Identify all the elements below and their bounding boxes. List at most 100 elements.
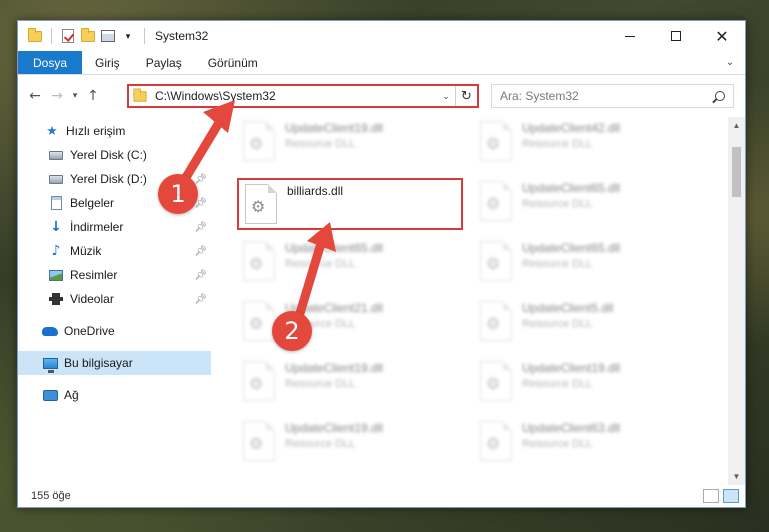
maximize-button[interactable] <box>653 21 699 51</box>
step-2-badge: 2 <box>272 311 312 351</box>
file-item[interactable]: ⚙ UpdateClient65.dll Resource DLL <box>474 237 700 289</box>
vertical-scrollbar[interactable]: ▲ ▼ <box>728 117 745 485</box>
step-1-badge: 1 <box>158 174 198 214</box>
file-name: UpdateClient63.dll <box>522 421 621 435</box>
sidebar-item-label: Ağ <box>64 388 79 402</box>
file-item-billiards-dll[interactable]: ⚙ billiards.dll <box>237 178 463 230</box>
status-bar: 155 öğe <box>18 485 745 507</box>
file-name: billiards.dll <box>287 184 344 198</box>
minimize-button[interactable] <box>607 21 653 51</box>
file-type: Resource DLL <box>522 378 593 390</box>
address-bar[interactable]: C:\Windows\System32 ⌄ ↻ <box>127 84 479 108</box>
sidebar-item-network[interactable]: Ağ <box>18 383 211 407</box>
sidebar-item-label: Hızlı erişim <box>66 124 126 138</box>
tab-home[interactable]: Giriş <box>82 51 133 74</box>
folder-icon <box>133 87 147 102</box>
file-item[interactable]: ⚙ UpdateClient42.dll Resource DLL <box>474 117 700 169</box>
file-name: UpdateClient65.dll <box>285 241 384 255</box>
videos-icon <box>48 291 64 307</box>
properties-icon[interactable] <box>100 28 116 44</box>
tab-share[interactable]: Paylaş <box>133 51 195 74</box>
toolbar-divider <box>144 28 145 44</box>
window-controls: ✕ <box>607 21 745 51</box>
sidebar-item-music[interactable]: ♪ Müzik 📌︎ <box>18 239 211 263</box>
checklist-icon[interactable] <box>60 28 76 44</box>
details-view-icon[interactable] <box>703 489 719 503</box>
pin-icon[interactable]: 📌︎ <box>194 246 207 257</box>
documents-icon <box>48 195 64 211</box>
scroll-down-arrow-icon[interactable]: ▼ <box>728 468 745 485</box>
file-item[interactable]: ⚙ UpdateClient65.dll Resource DLL <box>237 237 463 289</box>
file-item[interactable]: ⚙ UpdateClient19.dll Resource DLL <box>237 417 463 469</box>
sidebar-item-videos[interactable]: Videolar 📌︎ <box>18 287 211 311</box>
dll-file-icon: ⚙ <box>243 301 275 341</box>
sidebar-item-onedrive[interactable]: OneDrive <box>18 319 211 343</box>
sidebar-item-label: Resimler <box>70 268 118 282</box>
file-type: Resource DLL <box>522 198 593 210</box>
this-pc-icon <box>42 355 58 373</box>
pictures-icon <box>48 267 64 283</box>
address-path[interactable]: C:\Windows\System32 <box>155 89 276 103</box>
sidebar-item-label: Bu bilgisayar <box>64 356 133 370</box>
back-arrow-icon[interactable]: ← <box>24 88 46 104</box>
recent-locations-chevron-icon[interactable]: ▾ <box>68 91 82 101</box>
navigation-pane: ★ Hızlı erişim Yerel Disk (C:) 📌︎ Yerel … <box>18 117 211 485</box>
file-name: UpdateClient65.dll <box>522 241 621 255</box>
sidebar-item-pictures[interactable]: Resimler 📌︎ <box>18 263 211 287</box>
file-name: UpdateClient19.dll <box>285 121 384 135</box>
forward-arrow-icon[interactable]: → <box>46 88 68 104</box>
scroll-up-arrow-icon[interactable]: ▲ <box>728 117 745 134</box>
file-name: UpdateClient19.dll <box>285 421 384 435</box>
sidebar-item-quick-access[interactable]: ★ Hızlı erişim <box>18 119 211 143</box>
file-item[interactable]: ⚙ UpdateClient21.dll Resource DLL <box>237 297 463 349</box>
pin-icon[interactable]: 📌︎ <box>194 174 207 185</box>
title-bar: ▾ System32 ✕ <box>18 21 745 51</box>
onedrive-icon <box>42 323 58 339</box>
dll-file-icon: ⚙ <box>243 421 275 461</box>
file-type: Resource DLL <box>285 438 356 450</box>
new-folder-icon[interactable] <box>80 27 96 44</box>
file-item[interactable]: ⚙ UpdateClient5.dll Resource DLL <box>474 297 700 349</box>
sidebar-item-label: OneDrive <box>64 324 115 338</box>
maximize-icon <box>671 31 681 41</box>
network-icon <box>42 387 58 403</box>
refresh-icon[interactable]: ↻ <box>455 86 477 106</box>
file-item[interactable]: ⚙ UpdateClient19.dll Resource DLL <box>237 357 463 409</box>
window-title: System32 <box>155 29 209 43</box>
pin-icon[interactable]: 📌︎ <box>194 270 207 281</box>
customize-toolbar-dropdown-icon[interactable]: ▾ <box>120 28 136 44</box>
pin-icon[interactable]: 📌︎ <box>194 150 207 161</box>
file-name: UpdateClient19.dll <box>522 361 621 375</box>
address-history-chevron-icon[interactable]: ⌄ <box>437 91 455 102</box>
sidebar-item-this-pc[interactable]: Bu bilgisayar <box>18 351 211 375</box>
folder-icon[interactable] <box>27 27 43 44</box>
up-arrow-icon[interactable]: ↑ <box>82 88 104 104</box>
music-icon: ♪ <box>51 243 61 259</box>
minimize-icon <box>625 35 635 37</box>
sidebar-item-downloads[interactable]: ↓ İndirmeler 📌︎ <box>18 215 211 239</box>
file-item[interactable]: ⚙ UpdateClient65.dll Resource DLL <box>474 177 700 229</box>
dll-file-icon: ⚙ <box>243 121 275 161</box>
file-type: Resource DLL <box>522 318 593 330</box>
file-item[interactable]: ⚙ UpdateClient63.dll Resource DLL <box>474 417 700 469</box>
pin-icon[interactable]: 📌︎ <box>194 222 207 233</box>
file-type: Resource DLL <box>285 138 356 150</box>
tab-file[interactable]: Dosya <box>18 51 83 74</box>
pin-icon[interactable]: 📌︎ <box>194 294 207 305</box>
dll-file-icon: ⚙ <box>480 181 512 221</box>
large-icons-view-icon[interactable] <box>723 489 739 503</box>
quick-access-toolbar: ▾ <box>18 27 149 44</box>
file-item[interactable]: ⚙ UpdateClient19.dll Resource DLL <box>237 117 463 169</box>
close-button[interactable]: ✕ <box>699 21 745 51</box>
sidebar-item-local-disk-c[interactable]: Yerel Disk (C:) 📌︎ <box>18 143 211 167</box>
search-box[interactable]: Ara: System32 <box>491 84 734 108</box>
file-type: Resource DLL <box>522 258 593 270</box>
tab-view[interactable]: Görünüm <box>195 51 271 74</box>
file-item[interactable]: ⚙ UpdateClient19.dll Resource DLL <box>474 357 700 409</box>
search-icon <box>715 91 725 101</box>
sidebar-item-label: Yerel Disk (C:) <box>70 148 147 162</box>
expand-ribbon-chevron-icon[interactable]: ⌄ <box>715 51 745 74</box>
star-icon: ★ <box>46 123 58 139</box>
file-type: Resource DLL <box>285 258 356 270</box>
scrollbar-thumb[interactable] <box>732 147 741 197</box>
